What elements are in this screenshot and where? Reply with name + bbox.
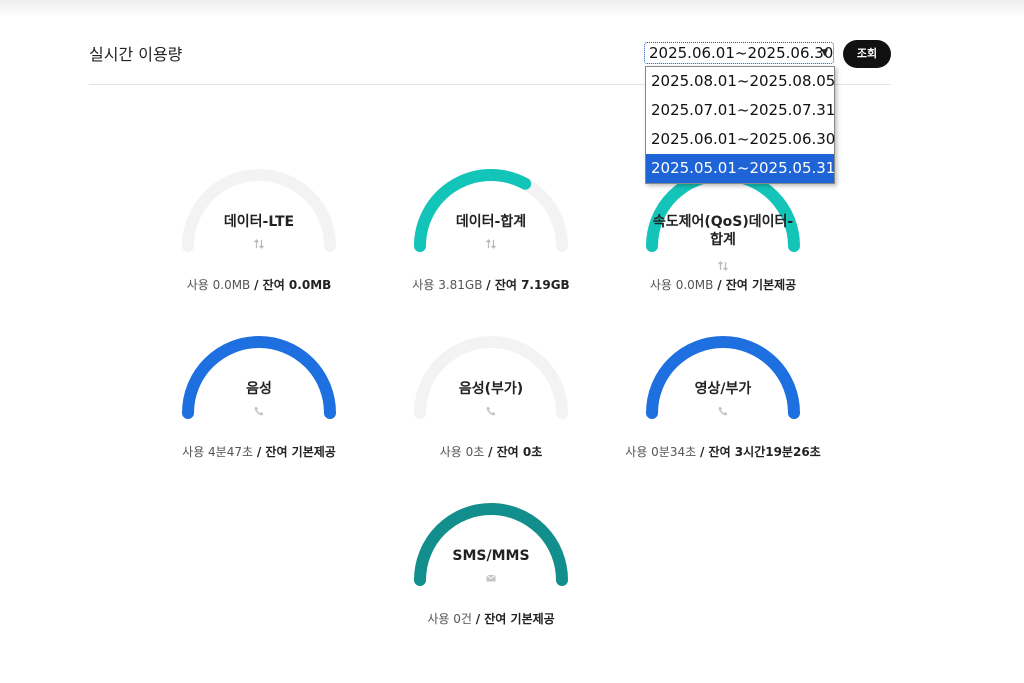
gauge-title: 음성 xyxy=(246,381,272,397)
period-option[interactable]: 2025.05.01~2025.05.31 xyxy=(646,154,835,183)
gauge-track xyxy=(182,169,336,252)
remaining-amount: 잔여 0.0MB xyxy=(262,278,332,292)
gauge-title: 데이터-합계 xyxy=(455,214,527,230)
phone-icon xyxy=(485,405,497,417)
gauge-title: 데이터-LTE xyxy=(223,214,295,230)
search-button[interactable]: 조회 xyxy=(843,40,891,68)
remaining-amount: 잔여 0초 xyxy=(496,445,543,459)
period-dropdown-list: 2025.08.01~2025.08.05 2025.07.01~2025.07.… xyxy=(645,66,835,184)
remaining-amount: 잔여 7.19GB xyxy=(494,278,570,292)
gauge-track xyxy=(646,336,800,419)
usage-text: 사용 0.0MB / 잔여 0.0MB xyxy=(134,276,384,293)
gauge-card: 영상/부가사용 0분34초 / 잔여 3시간19분26초 xyxy=(625,333,821,459)
period-option[interactable]: 2025.06.01~2025.06.30 xyxy=(646,125,835,154)
top-shadow xyxy=(0,0,1024,18)
data-arrows-icon xyxy=(253,238,265,250)
gauge-title: 음성(부가) xyxy=(458,381,524,397)
usage-separator: / xyxy=(488,445,497,459)
gauge-card: 데이터-합계사용 3.81GB / 잔여 7.19GB xyxy=(406,166,576,292)
usage-separator: / xyxy=(699,445,709,459)
gauge-card: 데이터-LTE 사용 0.0MB / 잔여 0.0MB xyxy=(174,166,344,292)
data-arrows-icon xyxy=(717,260,729,272)
usage-separator: / xyxy=(486,278,495,292)
data-arrows-icon xyxy=(485,238,497,250)
used-amount: 사용 4분47초 xyxy=(182,445,257,459)
usage-separator: / xyxy=(717,278,726,292)
gauge-fill xyxy=(182,336,336,419)
usage-text: 사용 3.81GB / 잔여 7.19GB xyxy=(366,276,616,293)
remaining-amount: 잔여 3시간19분26초 xyxy=(708,445,821,459)
used-amount: 사용 3.81GB xyxy=(412,278,487,292)
phone-icon xyxy=(717,405,729,417)
gauge-fill xyxy=(414,169,532,252)
used-amount: 사용 0건 xyxy=(427,612,476,626)
period-select[interactable]: 2025.06.01~2025.06.30 ▼ xyxy=(644,42,834,64)
chevron-down-icon: ▼ xyxy=(821,48,828,58)
usage-separator: / xyxy=(254,278,263,292)
phone-icon xyxy=(253,405,265,417)
gauge-track xyxy=(414,336,568,419)
used-amount: 사용 0초 xyxy=(439,445,489,459)
gauge-title: SMS/MMS xyxy=(452,548,530,564)
remaining-amount: 잔여 기본제공 xyxy=(725,278,797,292)
period-option[interactable]: 2025.07.01~2025.07.31 xyxy=(646,96,835,125)
gauge-fill xyxy=(646,336,800,419)
gauge-title: 속도제어(QoS)데이터- 합계 xyxy=(652,214,794,248)
usage-text: 사용 4분47초 / 잔여 기본제공 xyxy=(134,443,384,460)
period-select-value: 2025.06.01~2025.06.30 xyxy=(649,44,834,62)
remaining-amount: 잔여 기본제공 xyxy=(265,445,336,459)
used-amount: 사용 0.0MB xyxy=(649,278,718,292)
usage-text: 사용 0초 / 잔여 0초 xyxy=(366,443,616,460)
gauge-track xyxy=(414,169,568,252)
usage-separator: / xyxy=(475,612,485,626)
page-title: 실시간 이용량 xyxy=(89,45,183,64)
gauge-fill xyxy=(414,503,568,586)
usage-text: 사용 0건 / 잔여 기본제공 xyxy=(366,610,616,627)
gauge-card: 음성 사용 4분47초 / 잔여 기본제공 xyxy=(174,333,344,459)
gauge-title: 영상/부가 xyxy=(694,381,752,397)
gauge-card: SMS/MMS 사용 0건 / 잔여 기본제공 xyxy=(406,500,576,626)
remaining-amount: 잔여 기본제공 xyxy=(484,612,555,626)
usage-text: 사용 0.0MB / 잔여 기본제공 xyxy=(598,276,848,293)
used-amount: 사용 0.0MB xyxy=(186,278,255,292)
usage-text: 사용 0분34초 / 잔여 3시간19분26초 xyxy=(598,443,848,460)
mail-icon xyxy=(485,572,497,584)
gauge-card: 음성(부가) 사용 0초 / 잔여 0초 xyxy=(406,333,576,459)
gauge-track xyxy=(414,503,568,586)
used-amount: 사용 0분34초 xyxy=(625,445,700,459)
period-option[interactable]: 2025.08.01~2025.08.05 xyxy=(646,67,835,96)
gauge-track xyxy=(182,336,336,419)
